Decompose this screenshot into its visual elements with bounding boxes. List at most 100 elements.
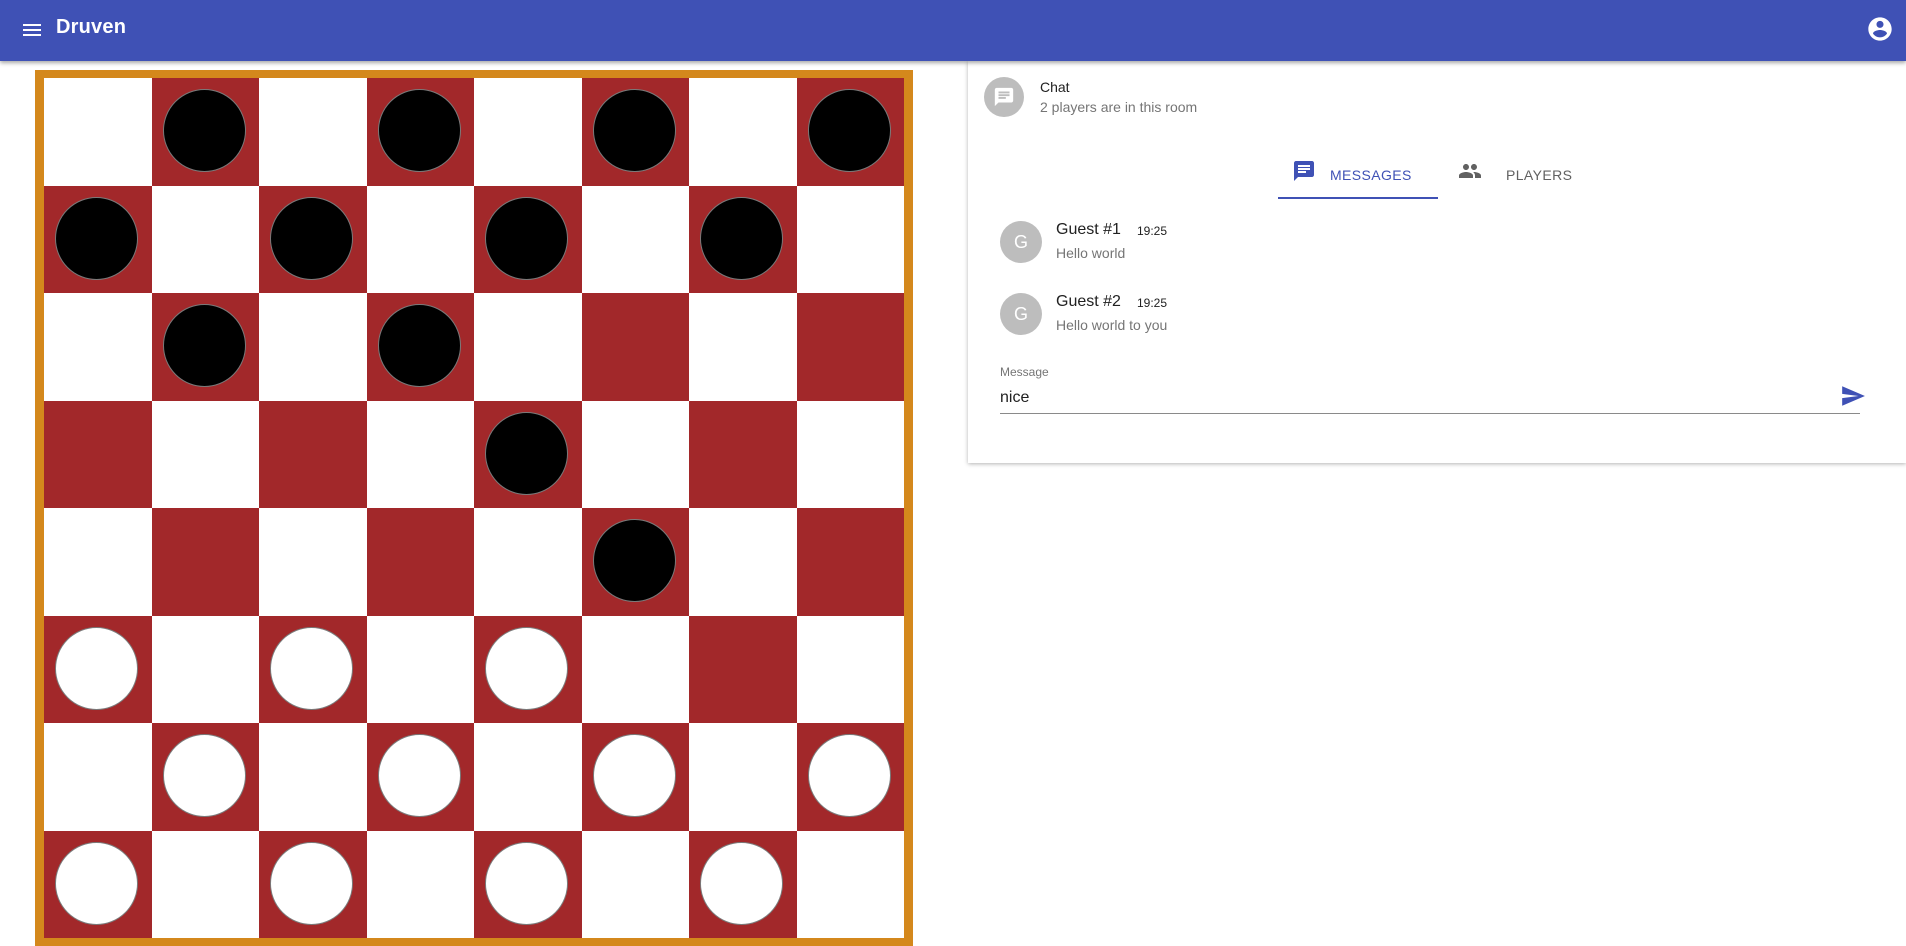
board-square[interactable] [689, 293, 797, 401]
board-square[interactable] [581, 78, 689, 186]
board-square[interactable] [581, 508, 689, 616]
tab-messages[interactable]: MESSAGES [1278, 153, 1438, 197]
black-checker-piece[interactable] [485, 196, 568, 280]
board-square[interactable] [689, 615, 797, 723]
board-square[interactable] [259, 615, 367, 723]
black-checker-piece[interactable] [377, 304, 461, 387]
board-square[interactable] [474, 78, 582, 186]
board-square[interactable] [581, 723, 689, 831]
board-square[interactable] [796, 723, 904, 831]
board-square[interactable] [796, 78, 904, 186]
message-author: Guest #2 [1056, 293, 1121, 310]
board-square[interactable] [689, 830, 797, 938]
board-square[interactable] [366, 508, 474, 616]
black-checker-piece[interactable] [377, 89, 461, 172]
board-square[interactable] [796, 400, 904, 508]
board-square[interactable] [366, 615, 474, 723]
board-square[interactable] [366, 723, 474, 831]
board-square[interactable] [151, 830, 259, 938]
white-checker-piece[interactable] [55, 841, 138, 925]
board-square[interactable] [581, 400, 689, 508]
board-square[interactable] [689, 185, 797, 293]
white-checker-piece[interactable] [377, 734, 461, 817]
white-checker-piece[interactable] [270, 626, 353, 710]
app-bar: Druven [0, 0, 1906, 61]
avatar: G [1000, 293, 1042, 335]
board-square[interactable] [474, 508, 582, 616]
white-checker-piece[interactable] [807, 734, 891, 817]
board-square[interactable] [151, 293, 259, 401]
tab-players[interactable]: PLAYERS [1438, 153, 1598, 197]
white-checker-piece[interactable] [270, 841, 353, 925]
board-square[interactable] [796, 185, 904, 293]
send-button[interactable] [1840, 383, 1868, 411]
board-square[interactable] [366, 400, 474, 508]
white-checker-piece[interactable] [700, 841, 783, 925]
board-square[interactable] [366, 185, 474, 293]
account-button[interactable] [1866, 15, 1894, 43]
black-checker-piece[interactable] [485, 411, 568, 495]
board-square[interactable] [689, 723, 797, 831]
board-square[interactable] [474, 293, 582, 401]
board-square[interactable] [689, 400, 797, 508]
board-square[interactable] [44, 78, 152, 186]
board-square[interactable] [474, 830, 582, 938]
board-square[interactable] [796, 293, 904, 401]
board-square[interactable] [151, 400, 259, 508]
white-checker-piece[interactable] [162, 734, 246, 817]
board-square[interactable] [796, 508, 904, 616]
board-square[interactable] [259, 830, 367, 938]
board-square[interactable] [44, 400, 152, 508]
board-square[interactable] [366, 830, 474, 938]
board-square[interactable] [151, 615, 259, 723]
board-square[interactable] [581, 185, 689, 293]
message-text: Hello world to you [1056, 317, 1168, 333]
white-checker-piece[interactable] [592, 734, 676, 817]
board-square[interactable] [44, 615, 152, 723]
board-square[interactable] [581, 830, 689, 938]
board-square[interactable] [474, 185, 582, 293]
board-square[interactable] [44, 293, 152, 401]
black-checker-piece[interactable] [700, 196, 783, 280]
black-checker-piece[interactable] [592, 89, 676, 172]
black-checker-piece[interactable] [162, 304, 246, 387]
board-square[interactable] [474, 400, 582, 508]
board-square[interactable] [689, 508, 797, 616]
board-square[interactable] [259, 723, 367, 831]
active-tab-indicator [1278, 197, 1438, 199]
white-checker-piece[interactable] [485, 626, 568, 710]
menu-button[interactable] [20, 18, 44, 42]
board-square[interactable] [366, 293, 474, 401]
board-square[interactable] [259, 185, 367, 293]
board-square[interactable] [44, 830, 152, 938]
black-checker-piece[interactable] [162, 89, 246, 172]
board-square[interactable] [259, 508, 367, 616]
black-checker-piece[interactable] [592, 519, 676, 602]
board-square[interactable] [581, 293, 689, 401]
black-checker-piece[interactable] [270, 196, 353, 280]
board-square[interactable] [151, 723, 259, 831]
board-square[interactable] [366, 78, 474, 186]
board-square[interactable] [44, 508, 152, 616]
board-square[interactable] [44, 185, 152, 293]
board-square[interactable] [44, 723, 152, 831]
black-checker-piece[interactable] [55, 196, 138, 280]
send-icon [1842, 386, 1865, 406]
board-square[interactable] [259, 293, 367, 401]
board-square[interactable] [151, 185, 259, 293]
board-square[interactable] [796, 615, 904, 723]
board-square[interactable] [796, 830, 904, 938]
board-square[interactable] [259, 400, 367, 508]
black-checker-piece[interactable] [807, 89, 891, 172]
white-checker-piece[interactable] [485, 841, 568, 925]
board-square[interactable] [689, 78, 797, 186]
board-square[interactable] [474, 615, 582, 723]
board-square[interactable] [474, 723, 582, 831]
board-square[interactable] [151, 78, 259, 186]
white-checker-piece[interactable] [55, 626, 138, 710]
board-square[interactable] [259, 78, 367, 186]
message-input[interactable] [1000, 383, 1860, 414]
board-square[interactable] [581, 615, 689, 723]
chat-avatar [984, 77, 1024, 117]
board-square[interactable] [151, 508, 259, 616]
